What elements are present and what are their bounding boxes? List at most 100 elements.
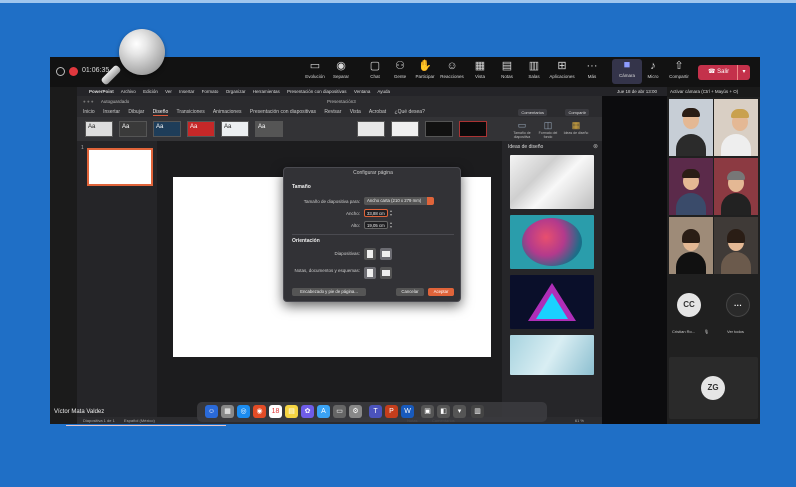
toolbar-item[interactable]: ◉ Separar — [326, 60, 356, 80]
theme-option[interactable]: Aa — [85, 121, 113, 137]
tab-acrobat[interactable]: Acrobat — [369, 109, 386, 115]
variant-option[interactable] — [391, 121, 419, 137]
chrome-icon[interactable]: ◉ — [253, 405, 266, 418]
slide-size-button[interactable]: ▭ Tamaño de diapositiva — [509, 120, 535, 139]
header-footer-button[interactable]: Encabezado y pie de página... — [292, 288, 366, 296]
theme-option[interactable]: Aa — [153, 121, 181, 137]
menu-item-view[interactable]: Ver — [165, 89, 172, 94]
screenshot-icon[interactable]: ◧ — [437, 405, 450, 418]
toolbar-item-reactions[interactable]: ☺ Reacciones — [437, 60, 467, 80]
more-participants-button[interactable]: ··· — [726, 293, 750, 317]
comments-button[interactable]: Comentarios — [518, 109, 547, 116]
zoom-level[interactable]: 61 % — [575, 417, 584, 424]
launchpad-icon[interactable]: ▦ — [221, 405, 234, 418]
downloads-icon[interactable]: ▾ — [453, 405, 466, 418]
share-button[interactable]: Compartir — [565, 109, 589, 116]
window-controls[interactable]: ● ● ● — [83, 99, 94, 104]
menu-item-insert[interactable]: Insertar — [179, 89, 194, 94]
toolbar-item-rooms[interactable]: ▥ Salas — [519, 60, 549, 80]
powerpoint-icon[interactable]: P — [385, 405, 398, 418]
format-background-button[interactable]: ◫ Formato del fondo — [535, 120, 561, 139]
height-field[interactable]: 19,05 cm — [364, 221, 388, 229]
autosave-label[interactable]: Autoguardado — [101, 99, 129, 104]
system-settings-icon[interactable]: ⚙ — [349, 405, 362, 418]
height-label: Alto: — [350, 223, 360, 228]
leave-dropdown-chevron-icon[interactable]: ▾ — [737, 65, 750, 80]
leave-button[interactable]: ☎ Salir ▾ — [698, 65, 750, 80]
theme-option[interactable]: Aa — [221, 121, 249, 137]
participant-video-tile[interactable] — [669, 99, 713, 156]
ok-button[interactable]: Aceptar — [428, 288, 454, 296]
keyboard-icon[interactable]: ▭ — [333, 405, 346, 418]
menu-item-slideshow[interactable]: Presentación con diapositivas — [287, 89, 347, 94]
tab-review[interactable]: Revisar — [324, 109, 341, 115]
participant-video-tile[interactable] — [714, 217, 758, 274]
participant-video-tile[interactable] — [669, 158, 713, 215]
design-ideas-button[interactable]: ▦ Ideas de diseño — [563, 120, 589, 135]
tab-view[interactable]: Vista — [350, 109, 361, 115]
close-icon[interactable]: ⊗ — [593, 143, 598, 150]
height-stepper-icon[interactable]: ▴ ▾ — [390, 221, 394, 229]
tell-me-search[interactable]: ¿Qué desea? — [395, 109, 425, 115]
slides-portrait-option[interactable] — [364, 248, 376, 260]
variant-option[interactable] — [425, 121, 453, 137]
variant-option[interactable] — [357, 121, 385, 137]
tab-slideshow[interactable]: Presentación con diapositivas — [250, 109, 316, 115]
menu-item-help[interactable]: Ayuda — [377, 89, 390, 94]
theme-option[interactable]: Aa — [187, 121, 215, 137]
participant-video-tile[interactable] — [714, 99, 758, 156]
notes-app-icon[interactable]: ▤ — [285, 405, 298, 418]
slide-thumbnail[interactable] — [87, 148, 153, 186]
notes-portrait-option[interactable] — [364, 267, 376, 279]
slides-landscape-option[interactable] — [380, 248, 392, 260]
theme-option[interactable]: Aa — [255, 121, 283, 137]
avatar[interactable]: CC — [677, 293, 701, 317]
tab-design[interactable]: Diseño — [152, 109, 169, 116]
toolbar-item-notes[interactable]: ▤ Notas — [492, 60, 522, 80]
menu-item-arrange[interactable]: Organizar — [226, 89, 246, 94]
menu-item-app[interactable]: PowerPoint — [89, 89, 114, 94]
safari-icon[interactable]: ◎ — [237, 405, 250, 418]
status-slide-count: Diapositiva 1 de 1 — [83, 418, 115, 423]
theme-option[interactable]: Aa — [119, 121, 147, 137]
menu-item-file[interactable]: Archivo — [121, 89, 136, 94]
menu-item-format[interactable]: Formato — [202, 89, 219, 94]
tab-animations[interactable]: Animaciones — [213, 109, 242, 115]
design-idea-card[interactable] — [510, 275, 594, 329]
cancel-button[interactable]: Cancelar — [396, 288, 424, 296]
participant-video-tile[interactable] — [669, 217, 713, 274]
variant-option[interactable] — [459, 121, 487, 137]
tab-home[interactable]: Inicio — [83, 109, 95, 115]
photos-icon[interactable]: ✿ — [301, 405, 314, 418]
design-idea-card[interactable] — [510, 215, 594, 269]
toolbar-item-more[interactable]: ··· Más — [577, 60, 607, 80]
tab-draw[interactable]: Dibujar — [128, 109, 144, 115]
slide-size-select[interactable]: Ancho carta (210 x 279 mm) — [364, 197, 434, 205]
teams-icon[interactable]: T — [369, 405, 382, 418]
preview-icon[interactable]: ▣ — [421, 405, 434, 418]
calendar-icon[interactable]: 18 — [269, 405, 282, 418]
status-language[interactable]: Español (México) — [124, 418, 155, 423]
design-idea-card[interactable] — [510, 335, 594, 375]
notes-landscape-option[interactable] — [380, 267, 392, 279]
width-field[interactable]: 33,88 cm — [364, 209, 388, 217]
tab-transitions[interactable]: Transiciones — [177, 109, 205, 115]
document-title: Presentación3 — [327, 99, 356, 104]
toolbar-item-apps[interactable]: ⊞ Aplicaciones — [547, 60, 577, 80]
menu-item-tools[interactable]: Herramientas — [253, 89, 280, 94]
toolbar-item-share[interactable]: ⇧ Compartir — [664, 60, 694, 80]
app-store-icon[interactable]: A — [317, 405, 330, 418]
word-icon[interactable]: W — [401, 405, 414, 418]
toolbar-item-view[interactable]: ▦ Vista — [465, 60, 495, 80]
participant-video-tile[interactable] — [714, 158, 758, 215]
finder-icon[interactable]: ☺ — [205, 405, 218, 418]
notes-orientation-label: Notas, documentos y esquemas: — [294, 268, 360, 273]
design-idea-card[interactable] — [510, 155, 594, 209]
menu-item-edit[interactable]: Edición — [143, 89, 158, 94]
trash-icon[interactable]: ▥ — [471, 405, 484, 418]
toolbar-item-raise-hand[interactable]: ✋ Participar — [410, 60, 440, 80]
width-stepper-icon[interactable]: ▴ ▾ — [390, 209, 394, 217]
menu-item-window[interactable]: Ventana — [354, 89, 371, 94]
participant-tile[interactable]: ZG — [669, 357, 758, 419]
tab-insert[interactable]: Insertar — [103, 109, 120, 115]
